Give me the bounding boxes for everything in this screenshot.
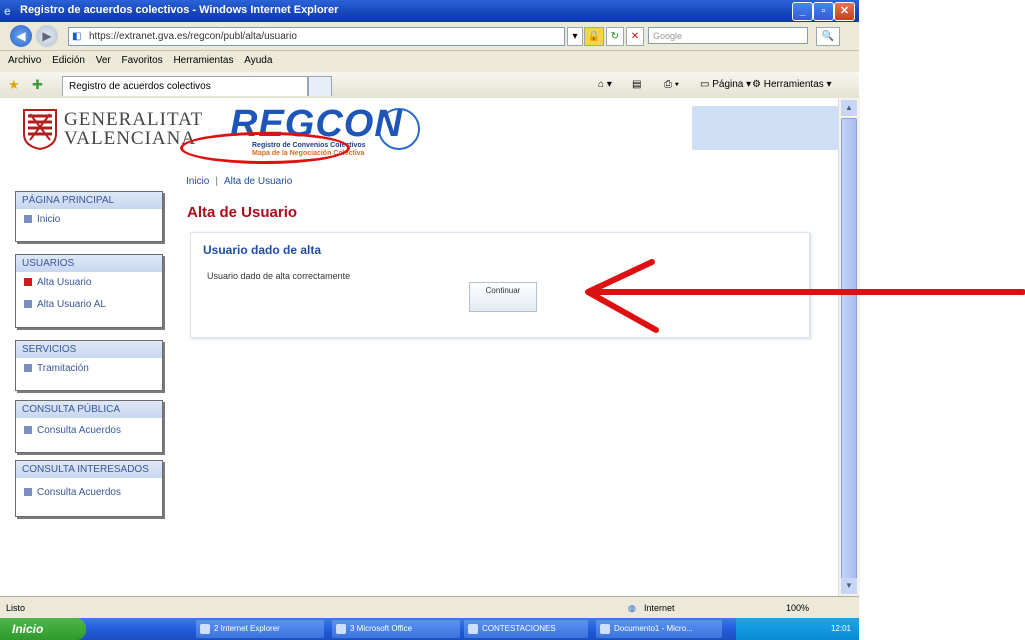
- add-favorite-icon[interactable]: ✚: [32, 76, 43, 94]
- sidebar-item-label: Inicio: [37, 214, 61, 225]
- tools-menu[interactable]: ⚙ Herramientas ▾: [752, 76, 832, 94]
- sidebar-header: PÁGINA PRINCIPAL: [16, 192, 162, 209]
- tools-menu-label: Herramientas: [763, 79, 824, 90]
- address-row: ◀ ▶ ◧ https://extranet.gva.es/regcon/publ…: [0, 22, 859, 51]
- address-dropdown-button[interactable]: ▾: [567, 27, 583, 46]
- generalitat-line1: GENERALITAT: [64, 109, 204, 130]
- scrollbar-thumb[interactable]: [841, 118, 857, 588]
- header-band: [692, 106, 838, 150]
- address-input[interactable]: ◧ https://extranet.gva.es/regcon/publ/alt…: [68, 27, 565, 46]
- menu-bar: Archivo Edición Ver Favoritos Herramient…: [0, 51, 859, 71]
- sidebar-header: SERVICIOS: [16, 341, 162, 358]
- sidebar-item-alta-usuario-al[interactable]: Alta Usuario AL: [16, 294, 162, 316]
- favorites-star-icon[interactable]: ★: [8, 76, 20, 94]
- search-button[interactable]: 🔍: [816, 27, 840, 46]
- breadcrumb-current[interactable]: Alta de Usuario: [224, 176, 292, 187]
- print-icon[interactable]: ⎙ ▾: [664, 76, 679, 94]
- breadcrumb-separator: |: [215, 176, 218, 187]
- close-button[interactable]: ✕: [834, 2, 855, 21]
- sidebar-section-principal: PÁGINA PRINCIPAL Inicio: [15, 191, 163, 242]
- zoom-level[interactable]: 100%: [786, 601, 809, 615]
- taskbar-button-office[interactable]: 3 Microsoft Office: [332, 620, 460, 638]
- menu-item-ayuda[interactable]: Ayuda: [244, 51, 272, 71]
- forward-button[interactable]: ▶: [36, 25, 58, 47]
- stop-icon[interactable]: ✕: [626, 27, 644, 46]
- sidebar-item-label: Alta Usuario: [37, 277, 92, 288]
- breadcrumb-home-link[interactable]: Inicio: [186, 176, 209, 187]
- browser-tab-title: Registro de acuerdos colectivos: [69, 81, 211, 92]
- continue-button[interactable]: Continuar: [469, 282, 537, 312]
- sidebar-item-label: Consulta Acuerdos: [37, 425, 121, 436]
- vertical-scrollbar[interactable]: ▲ ▼: [838, 98, 860, 596]
- back-button[interactable]: ◀: [10, 25, 32, 47]
- sidebar-header: CONSULTA PÚBLICA: [16, 401, 162, 418]
- page-content: GENERALITAT VALENCIANA REGCON Registro d…: [0, 98, 838, 596]
- page-menu[interactable]: ▭ Página ▾: [700, 76, 751, 94]
- internet-zone-label: Internet: [644, 603, 675, 613]
- sidebar-item-label: Alta Usuario AL: [37, 299, 106, 310]
- generalitat-text: GENERALITAT VALENCIANA: [64, 110, 203, 148]
- browser-tab[interactable]: Registro de acuerdos colectivos: [62, 76, 308, 96]
- refresh-icon[interactable]: ↻: [606, 27, 624, 46]
- sidebar-section-servicios: SERVICIOS Tramitación: [15, 340, 163, 391]
- status-bar: Listo ◍ Internet 100%: [0, 596, 859, 619]
- panel-message: Usuario dado de alta correctamente: [207, 271, 351, 281]
- status-text: Listo: [6, 603, 26, 613]
- system-tray: 12:01: [736, 618, 859, 640]
- maximize-button[interactable]: ▫: [813, 2, 834, 21]
- page-menu-label: Página: [712, 79, 744, 90]
- taskbar: Inicio 2 Internet Explorer 3 Microsoft O…: [0, 618, 859, 640]
- minimize-button[interactable]: _: [792, 2, 813, 21]
- sidebar-header: CONSULTA INTERESADOS: [16, 461, 162, 478]
- taskbar-button-ie[interactable]: 2 Internet Explorer: [196, 620, 324, 638]
- favorites-bar: ★ ✚ Registro de acuerdos colectivos ⌂ ▾ …: [0, 72, 859, 99]
- sidebar-item-inicio[interactable]: Inicio: [16, 209, 162, 231]
- new-tab-button[interactable]: [308, 76, 332, 96]
- feeds-icon[interactable]: ▤: [632, 76, 641, 94]
- scroll-down-icon[interactable]: ▼: [841, 578, 857, 594]
- title-bar: e Registro de acuerdos colectivos - Wind…: [0, 0, 859, 22]
- menu-item-favoritos[interactable]: Favoritos: [122, 51, 163, 71]
- page-icon: ◧: [72, 31, 82, 42]
- bullet-icon: [24, 488, 32, 497]
- sidebar-section-usuarios: USUARIOS Alta Usuario Alta Usuario AL: [15, 254, 163, 328]
- lock-icon[interactable]: 🔒: [584, 27, 604, 46]
- sidebar-header: USUARIOS: [16, 255, 162, 272]
- taskbar-button-documento[interactable]: Documento1 - Micro...: [596, 620, 722, 638]
- panel-heading: Usuario dado de alta: [203, 243, 322, 257]
- bullet-icon: [24, 278, 32, 287]
- sidebar-item-alta-usuario[interactable]: Alta Usuario: [16, 272, 162, 294]
- url-text: https://extranet.gva.es/regcon/publ/alta…: [89, 31, 297, 42]
- menu-item-herramientas[interactable]: Herramientas: [173, 51, 233, 71]
- search-input[interactable]: Google: [648, 27, 808, 44]
- bullet-icon: [24, 426, 32, 435]
- sidebar-item-label: Consulta Acuerdos: [37, 487, 121, 498]
- sidebar-item-tramitacion[interactable]: Tramitación: [16, 358, 162, 380]
- start-button[interactable]: Inicio: [0, 618, 86, 640]
- window-title: Registro de acuerdos colectivos - Window…: [20, 4, 339, 16]
- scroll-up-icon[interactable]: ▲: [841, 100, 857, 116]
- bullet-icon: [24, 364, 32, 373]
- clock: 12:01: [830, 624, 851, 633]
- bullet-icon: [24, 300, 32, 309]
- breadcrumb: Inicio | Alta de Usuario: [186, 176, 292, 187]
- annotation-arrow-icon: [585, 259, 1025, 333]
- menu-item-ver[interactable]: Ver: [96, 51, 111, 71]
- annotation-ellipse: [180, 132, 350, 164]
- taskbar-button-contestaciones[interactable]: CONTESTACIONES: [464, 620, 588, 638]
- sidebar-section-consulta-interesados: CONSULTA INTERESADOS Consulta Acuerdos: [15, 460, 163, 517]
- menu-item-archivo[interactable]: Archivo: [8, 51, 41, 71]
- sidebar-item-consulta-acuerdos[interactable]: Consulta Acuerdos: [16, 420, 162, 442]
- ie-icon: e: [4, 4, 11, 18]
- sidebar-section-consulta-publica: CONSULTA PÚBLICA Consulta Acuerdos: [15, 400, 163, 453]
- internet-zone-icon: ◍: [628, 603, 636, 613]
- generalitat-shield-icon: [23, 109, 57, 150]
- bullet-icon: [24, 215, 32, 224]
- home-icon[interactable]: ⌂ ▾: [598, 76, 612, 94]
- sidebar-item-consulta-acuerdos[interactable]: Consulta Acuerdos: [16, 482, 162, 504]
- page-title: Alta de Usuario: [187, 204, 298, 221]
- menu-item-edicion[interactable]: Edición: [52, 51, 85, 71]
- sidebar-item-label: Tramitación: [37, 363, 89, 374]
